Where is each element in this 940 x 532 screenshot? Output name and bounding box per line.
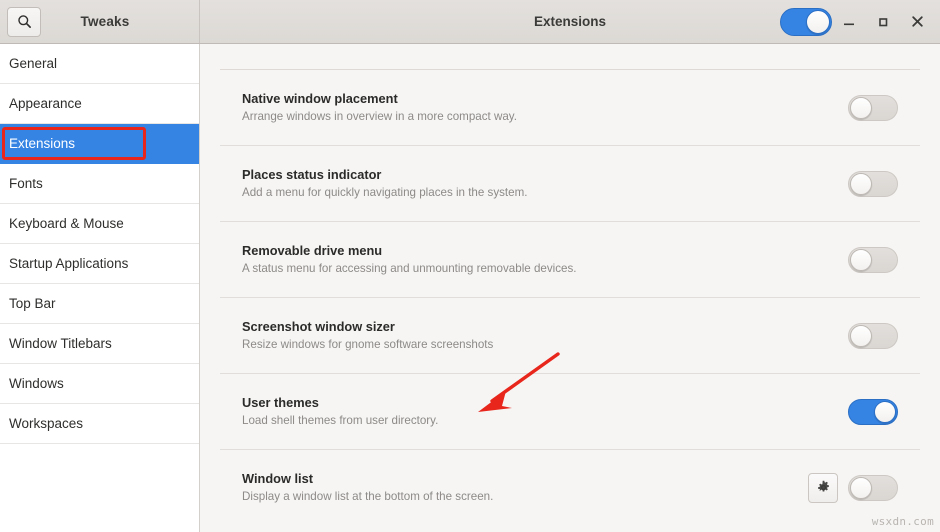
sidebar-item-window-titlebars[interactable]: Window Titlebars — [0, 324, 199, 364]
headerbar-main-section: Extensions — [200, 0, 940, 43]
extension-title: User themes — [242, 394, 319, 410]
extension-row: Native window placement Arrange windows i… — [220, 69, 920, 145]
extension-text: Native window placement Arrange windows i… — [242, 91, 848, 124]
extension-settings-button[interactable] — [808, 472, 838, 503]
window-headerbar: Tweaks Extensions — [0, 0, 940, 44]
sidebar-item-keyboard-mouse[interactable]: Keyboard & Mouse — [0, 204, 199, 244]
extensions-master-toggle[interactable] — [780, 7, 832, 36]
extension-description: A status menu for accessing and unmounti… — [242, 261, 577, 275]
extension-text: Screenshot window sizer Resize windows fo… — [242, 319, 848, 352]
extension-controls — [808, 472, 898, 503]
maximize-icon — [876, 15, 890, 29]
sidebar-item-fonts[interactable]: Fonts — [0, 164, 199, 204]
extension-row: Window list Display a window list at the … — [220, 449, 920, 525]
extension-description: Load shell themes from user directory. — [242, 413, 439, 427]
extension-controls — [848, 246, 898, 273]
sidebar-item-label: Appearance — [9, 96, 82, 111]
close-button[interactable] — [900, 5, 934, 39]
extension-description: Resize windows for gnome software screen… — [242, 337, 494, 351]
search-icon — [17, 14, 32, 29]
extension-toggle[interactable] — [848, 322, 898, 349]
extension-controls — [848, 94, 898, 121]
toggle-knob — [850, 96, 872, 119]
extension-controls — [848, 322, 898, 349]
extension-text: Window list Display a window list at the … — [242, 471, 808, 504]
extension-title: Places status indicator — [242, 166, 382, 182]
sidebar-item-label: Startup Applications — [9, 256, 129, 271]
extension-row: Places status indicator Add a menu for qu… — [220, 145, 920, 221]
extensions-panel: Native window placement Arrange windows i… — [200, 44, 940, 532]
extension-toggle[interactable] — [848, 398, 898, 425]
extension-text: User themes Load shell themes from user d… — [242, 395, 848, 428]
minimize-button[interactable] — [832, 5, 866, 39]
toggle-knob — [850, 248, 872, 271]
extension-toggle[interactable] — [848, 246, 898, 273]
sidebar: General Appearance Extensions Fonts Keyboard… — [0, 44, 200, 532]
sidebar-item-windows[interactable]: Windows — [0, 364, 199, 404]
toggle-knob — [874, 400, 896, 423]
extension-controls — [848, 170, 898, 197]
extension-description: Arrange windows in overview in a more co… — [242, 109, 517, 123]
sidebar-item-extensions[interactable]: Extensions — [0, 124, 199, 164]
headerbar-sidebar-section: Tweaks — [0, 0, 200, 43]
extension-toggle[interactable] — [848, 94, 898, 121]
extension-title: Native window placement — [242, 90, 398, 106]
toggle-knob — [850, 324, 872, 347]
extension-title: Screenshot window sizer — [242, 318, 395, 334]
extension-text: Places status indicator Add a menu for qu… — [242, 167, 848, 200]
toggle-knob — [806, 9, 830, 34]
minimize-icon — [842, 15, 856, 29]
extension-description: Add a menu for quickly navigating places… — [242, 185, 528, 199]
window-body: General Appearance Extensions Fonts Keyboard… — [0, 44, 940, 532]
extension-row: Removable drive menu A status menu for ac… — [220, 221, 920, 297]
sidebar-item-label: Workspaces — [9, 416, 84, 431]
sidebar-item-label: Fonts — [9, 176, 43, 191]
sidebar-item-label: Top Bar — [9, 296, 56, 311]
extension-title: Removable drive menu — [242, 242, 383, 258]
sidebar-item-startup-applications[interactable]: Startup Applications — [0, 244, 199, 284]
watermark: wsxdn.com — [871, 515, 934, 528]
sidebar-item-label: Window Titlebars — [9, 336, 112, 351]
sidebar-item-label: Keyboard & Mouse — [9, 216, 124, 231]
close-icon — [910, 14, 925, 29]
search-button[interactable] — [7, 6, 41, 37]
extension-toggle[interactable] — [848, 474, 898, 501]
maximize-button[interactable] — [866, 5, 900, 39]
toggle-knob — [850, 172, 872, 195]
extension-controls — [848, 398, 898, 425]
sidebar-item-top-bar[interactable]: Top Bar — [0, 284, 199, 324]
extension-row: Screenshot window sizer Resize windows fo… — [220, 297, 920, 373]
sidebar-item-appearance[interactable]: Appearance — [0, 84, 199, 124]
extension-title: Window list — [242, 470, 313, 486]
tweaks-window: Tweaks Extensions General Appearance Ext… — [0, 0, 940, 532]
sidebar-item-label: General — [9, 56, 58, 71]
extension-text: Removable drive menu A status menu for ac… — [242, 243, 848, 276]
toggle-knob — [850, 476, 872, 499]
extension-description: Display a window list at the bottom of t… — [242, 489, 494, 503]
sidebar-item-label: Windows — [9, 376, 64, 391]
sidebar-item-label: Extensions — [9, 136, 76, 151]
app-title: Tweaks — [80, 14, 130, 29]
gear-icon — [816, 480, 831, 495]
sidebar-item-general[interactable]: General — [0, 44, 199, 84]
headerbar-controls — [780, 5, 940, 39]
extension-row: User themes Load shell themes from user d… — [220, 373, 920, 449]
extensions-list: Native window placement Arrange windows i… — [220, 44, 920, 525]
sidebar-item-workspaces[interactable]: Workspaces — [0, 404, 199, 444]
sidebar-list: General Appearance Extensions Fonts Keyboard… — [0, 44, 199, 444]
extension-toggle[interactable] — [848, 170, 898, 197]
